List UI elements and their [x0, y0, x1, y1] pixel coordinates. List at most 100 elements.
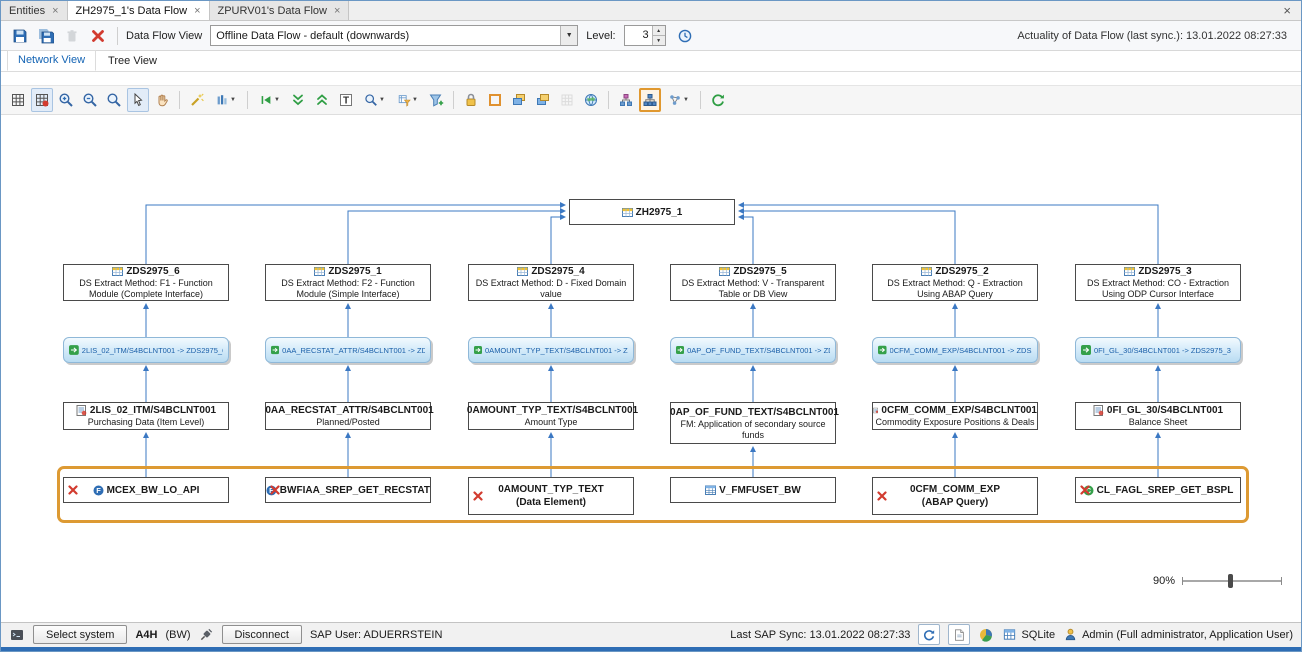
extractor-node[interactable]: 0CFM_COMM_EXP (ABAP Query) [872, 477, 1038, 515]
chevron-down-icon[interactable]: ▼ [560, 26, 577, 45]
source-node[interactable]: 0CFM_COMM_EXP/S4BCLNT001 Commodity Expos… [872, 402, 1038, 430]
bring-to-front-button[interactable] [508, 88, 530, 112]
transformation-node[interactable]: 2LIS_02_ITM/S4BCLNT001 -> ZDS2975_6 [63, 337, 229, 363]
source-name: 0AA_RECSTAT_ATTR/S4BCLNT001 [265, 404, 433, 417]
source-node[interactable]: 0AA_RECSTAT_ATTR/S4BCLNT001 Planned/Post… [265, 402, 431, 430]
zoom-in-button[interactable] [55, 88, 77, 112]
pointer-button[interactable] [127, 88, 149, 112]
level-value[interactable]: 3 [625, 26, 652, 45]
datasource-node[interactable]: ZDS2975_6 DS Extract Method: F1 - Functi… [63, 264, 229, 301]
transformation-node[interactable]: 0AMOUNT_TYP_TEXT/S4BCLNT001 -> ZDS2975_4 [468, 337, 634, 363]
select-system-button[interactable]: Select system [33, 625, 127, 644]
tab-entities[interactable]: Entities × [1, 1, 68, 20]
network-canvas[interactable]: ZH2975_1 ZDS2975_6 DS Extract Method: F1… [1, 115, 1302, 611]
sync-now-button[interactable] [918, 624, 940, 645]
datasource-node[interactable]: ZDS2975_5 DS Extract Method: V - Transpa… [670, 264, 836, 301]
send-to-back-button[interactable] [532, 88, 554, 112]
group-layout-button[interactable] [615, 88, 637, 112]
transformation-icon [271, 345, 279, 355]
transformation-node[interactable]: 0FI_GL_30/S4BCLNT001 -> ZDS2975_3 [1075, 337, 1241, 363]
transformation-label: 0AA_RECSTAT_ATTR/S4BCLNT001 -> ZDS2975_1 [282, 346, 425, 355]
source-node[interactable]: 0AMOUNT_TYP_TEXT/S4BCLNT001 Amount Type [468, 402, 634, 430]
source-node[interactable]: 2LIS_02_ITM/S4BCLNT001 Purchasing Data (… [63, 402, 229, 430]
datasource-node[interactable]: ZDS2975_2 DS Extract Method: Q - Extract… [872, 264, 1038, 301]
datasource-node[interactable]: ZDS2975_4 DS Extract Method: D - Fixed D… [468, 264, 634, 301]
grid-view-button[interactable] [7, 88, 29, 112]
go-to-start-button[interactable]: ▼ [254, 88, 285, 112]
window-close-button[interactable]: × [1273, 1, 1301, 20]
apply-filter-button[interactable] [425, 88, 447, 112]
extractor-subtitle: (ABAP Query) [873, 496, 1037, 509]
refresh-layout-button[interactable] [707, 88, 729, 112]
pan-hand-button[interactable] [151, 88, 173, 112]
database-icon [1002, 627, 1017, 642]
align-grid-button[interactable] [556, 88, 578, 112]
transformation-node[interactable]: 0AP_OF_FUND_TEXT/S4BCLNT001 -> ZDS2975_5 [670, 337, 836, 363]
zoom-out-button[interactable] [79, 88, 101, 112]
magic-wand-button[interactable] [186, 88, 208, 112]
pie-status-icon[interactable] [978, 627, 994, 643]
data-flow-view-select[interactable]: Offline Data Flow - default (downwards) … [210, 25, 578, 46]
root-node[interactable]: ZH2975_1 [569, 199, 735, 225]
tab-network-view[interactable]: Network View [7, 50, 96, 71]
zoom-slider[interactable] [1182, 573, 1282, 589]
organic-layout-button[interactable]: ▼ [663, 88, 694, 112]
datasource-icon [921, 266, 932, 277]
transformation-node[interactable]: 0AA_RECSTAT_ATTR/S4BCLNT001 -> ZDS2975_1 [265, 337, 431, 363]
datasource-name: ZDS2975_2 [935, 265, 988, 278]
tab-zh2975-dataflow[interactable]: ZH2975_1's Data Flow × [68, 1, 210, 20]
close-icon[interactable]: × [334, 6, 340, 16]
expand-all-button[interactable] [311, 88, 333, 112]
save-button[interactable] [9, 24, 31, 48]
highlight-rectangle [57, 466, 1249, 523]
sync-log-button[interactable] [948, 624, 970, 645]
zoom-fit-button[interactable] [103, 88, 125, 112]
discard-changes-button[interactable] [87, 24, 109, 48]
spin-down-icon[interactable]: ▼ [653, 36, 665, 45]
highlight-frame-button[interactable] [484, 88, 506, 112]
tab-zpurv01-dataflow[interactable]: ZPURV01's Data Flow × [210, 1, 350, 20]
extractor-node[interactable]: V_FMFUSET_BW [670, 477, 836, 503]
hierarchic-layout-button[interactable] [639, 88, 661, 112]
document-icon [952, 628, 966, 642]
extractor-node[interactable]: 0AMOUNT_TYP_TEXT (Data Element) [468, 477, 634, 515]
extractor-node[interactable]: FMCEX_BW_LO_API [63, 477, 229, 503]
datasource-node[interactable]: ZDS2975_1 DS Extract Method: F2 - Functi… [265, 264, 431, 301]
root-title: ZH2975_1 [570, 206, 734, 219]
save-all-button[interactable] [35, 24, 57, 48]
level-stepper[interactable]: 3 ▲ ▼ [624, 25, 666, 46]
zoom-level: 90% [1153, 575, 1175, 587]
tab-tree-view[interactable]: Tree View [98, 52, 167, 71]
grid-disabled-icon [559, 92, 575, 108]
extractor-title: V_FMFUSET_BW [671, 484, 835, 497]
double-chevron-up-icon [314, 92, 330, 108]
sync-clock-button[interactable] [674, 24, 696, 48]
web-view-button[interactable] [580, 88, 602, 112]
source-node[interactable]: 0FI_GL_30/S4BCLNT001 Balance Sheet [1075, 402, 1241, 430]
extractor-node[interactable]: FBWFIAA_SREP_GET_RECSTAT [265, 477, 431, 503]
lock-button[interactable] [460, 88, 482, 112]
skip-start-icon [259, 92, 273, 108]
transformation-label: 2LIS_02_ITM/S4BCLNT001 -> ZDS2975_6 [82, 346, 223, 355]
zoom-slider-handle[interactable] [1228, 574, 1233, 588]
sap-user-text: SAP User: ADUERRSTEIN [310, 629, 442, 641]
delete-button[interactable] [61, 24, 83, 48]
layout-settings-button[interactable]: ▼ [210, 88, 241, 112]
transformation-node[interactable]: 0CFM_COMM_EXP/S4BCLNT001 -> ZDS2975_2 [872, 337, 1038, 363]
search-button[interactable]: ▼ [359, 88, 390, 112]
spin-up-icon[interactable]: ▲ [653, 26, 665, 36]
close-icon[interactable]: × [194, 6, 200, 16]
source-name: 2LIS_02_ITM/S4BCLNT001 [90, 404, 216, 417]
snap-grid-button[interactable] [31, 88, 53, 112]
source-name: 0FI_GL_30/S4BCLNT001 [1107, 404, 1223, 417]
extractor-node[interactable]: CCL_FAGL_SREP_GET_BSPL [1075, 477, 1241, 503]
datasource-node[interactable]: ZDS2975_3 DS Extract Method: CO - Extrac… [1075, 264, 1241, 301]
datasource-title: ZDS2975_3 [1076, 265, 1240, 278]
datasource-name: ZDS2975_6 [126, 265, 179, 278]
source-node[interactable]: 0AP_OF_FUND_TEXT/S4BCLNT001 FM: Applicat… [670, 402, 836, 444]
filter-table-button[interactable]: ▼ [392, 88, 423, 112]
disconnect-button[interactable]: Disconnect [222, 625, 302, 644]
text-tool-button[interactable]: T [335, 88, 357, 112]
close-icon[interactable]: × [52, 6, 58, 16]
collapse-all-button[interactable] [287, 88, 309, 112]
